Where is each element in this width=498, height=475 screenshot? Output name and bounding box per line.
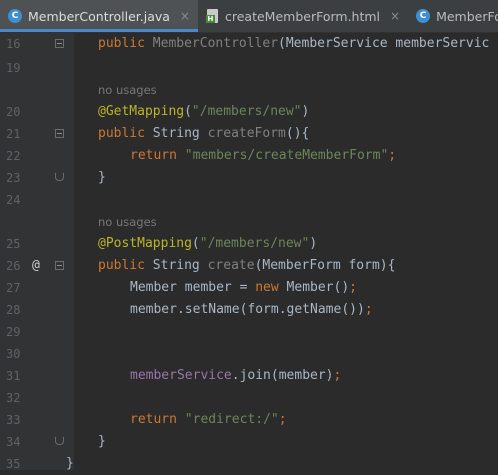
semicolon: ; — [278, 412, 287, 427]
code-line[interactable]: 26 @ public String create(MemberForm for… — [0, 255, 498, 277]
code-text: (){ — [285, 126, 310, 141]
annotation: @GetMapping — [98, 104, 185, 119]
code-line[interactable]: 19 — [0, 57, 498, 79]
method-name: createForm — [207, 126, 286, 141]
fold-icon[interactable] — [55, 261, 64, 270]
keyword: public — [98, 126, 145, 141]
keyword: return — [130, 148, 177, 163]
class-file-icon: C — [8, 9, 22, 23]
editor-tab-bar: C MemberController.java × H createMember… — [0, 0, 498, 33]
tab-label: MemberForm.java — [436, 8, 498, 24]
code-line[interactable]: 23 } — [0, 167, 498, 189]
tab-member-form[interactable]: C MemberForm.java — [408, 0, 498, 32]
fold-end-icon[interactable] — [55, 437, 64, 445]
close-tab-icon[interactable]: × — [180, 9, 190, 23]
tab-create-member-form[interactable]: H createMemberForm.html × — [198, 0, 408, 32]
code-line[interactable]: 30 — [0, 343, 498, 365]
code-line[interactable]: 35 } — [0, 453, 498, 475]
usages-hint: no usages — [98, 83, 157, 97]
keyword: public — [98, 36, 145, 51]
code-text: (MemberService memberServic — [278, 36, 490, 51]
string-literal: "/members/new" — [191, 104, 302, 119]
line-number: 21 — [6, 127, 21, 141]
line-number: 33 — [6, 413, 21, 427]
code-line[interactable]: 20 @GetMapping("/members/new") — [0, 101, 498, 123]
code-line[interactable]: 24 — [0, 189, 498, 211]
code-text: Member member = — [130, 280, 256, 295]
fold-end-icon[interactable] — [55, 173, 64, 181]
code-editor[interactable]: 16 public MemberController(MemberService… — [0, 33, 498, 471]
field-reference: memberService — [130, 368, 232, 383]
line-number: 31 — [6, 369, 21, 383]
usages-hint-line: no usages — [0, 211, 498, 233]
line-number: 29 — [6, 325, 21, 339]
code-line[interactable]: 34 } — [0, 431, 498, 453]
type: String — [152, 126, 200, 141]
line-number: 35 — [6, 457, 21, 471]
line-number: 26 — [6, 259, 21, 273]
line-number: 23 — [6, 171, 21, 185]
line-number: 32 — [6, 391, 21, 405]
line-number: 25 — [6, 237, 21, 251]
code-text: Member() — [278, 280, 350, 295]
code-line[interactable]: 28 member.setName(form.getName()); — [0, 299, 498, 321]
semicolon: ; — [349, 280, 357, 295]
tab-label: createMemberForm.html — [224, 8, 381, 24]
string-literal: "members/createMemberForm" — [184, 148, 389, 163]
code-line[interactable]: 22 return "members/createMemberForm"; — [0, 145, 498, 167]
closing-brace: } — [98, 434, 106, 449]
line-number: 24 — [6, 193, 21, 207]
mapping-gutter-icon[interactable]: @ — [32, 255, 40, 277]
type: String — [152, 258, 200, 273]
annotation: @PostMapping — [98, 236, 192, 251]
tab-label: MemberController.java — [28, 8, 170, 24]
constructor-name: MemberController — [152, 36, 279, 51]
semicolon: ; — [364, 302, 373, 317]
closing-brace: } — [66, 456, 74, 471]
string-literal: "/members/new" — [199, 236, 310, 251]
code-line[interactable]: 21 public String createForm(){ — [0, 123, 498, 145]
line-number: 19 — [6, 61, 21, 75]
code-line[interactable]: 32 — [0, 387, 498, 409]
code-line[interactable]: 31 memberService.join(member); — [0, 365, 498, 387]
line-number: 22 — [6, 149, 21, 163]
keyword: new — [255, 280, 279, 295]
code-line[interactable]: 16 public MemberController(MemberService… — [0, 33, 498, 55]
code-line[interactable]: 33 return "redirect:/"; — [0, 409, 498, 431]
code-text: member.setName(form.getName()) — [130, 302, 365, 317]
class-file-icon: C — [416, 9, 431, 23]
closing-brace: } — [98, 170, 106, 185]
line-number: 27 — [6, 281, 21, 295]
line-number: 20 — [6, 105, 21, 119]
code-line[interactable]: 25 @PostMapping("/members/new") — [0, 233, 498, 255]
usages-hint: no usages — [98, 215, 157, 229]
code-text: .join(member) — [231, 368, 334, 383]
line-number: 34 — [6, 435, 21, 449]
code-line[interactable]: 27 Member member = new Member(); — [0, 277, 498, 299]
fold-icon[interactable] — [55, 129, 64, 138]
semicolon: ; — [333, 368, 342, 383]
code-text: (MemberForm form){ — [254, 258, 396, 273]
html-file-icon: H — [205, 9, 219, 23]
usages-hint-line: no usages — [0, 79, 498, 101]
line-number: 30 — [6, 347, 21, 361]
line-number: 28 — [6, 303, 21, 317]
line-number: 16 — [6, 37, 21, 51]
semicolon: ; — [388, 148, 397, 163]
method-name: create — [207, 258, 255, 273]
code-line[interactable]: 29 — [0, 321, 498, 343]
keyword: public — [98, 258, 145, 273]
close-tab-icon[interactable]: × — [390, 9, 400, 23]
keyword: return — [130, 412, 177, 427]
fold-icon[interactable] — [55, 39, 64, 48]
string-literal: "redirect:/" — [184, 412, 279, 427]
tab-member-controller[interactable]: C MemberController.java × — [0, 0, 198, 32]
